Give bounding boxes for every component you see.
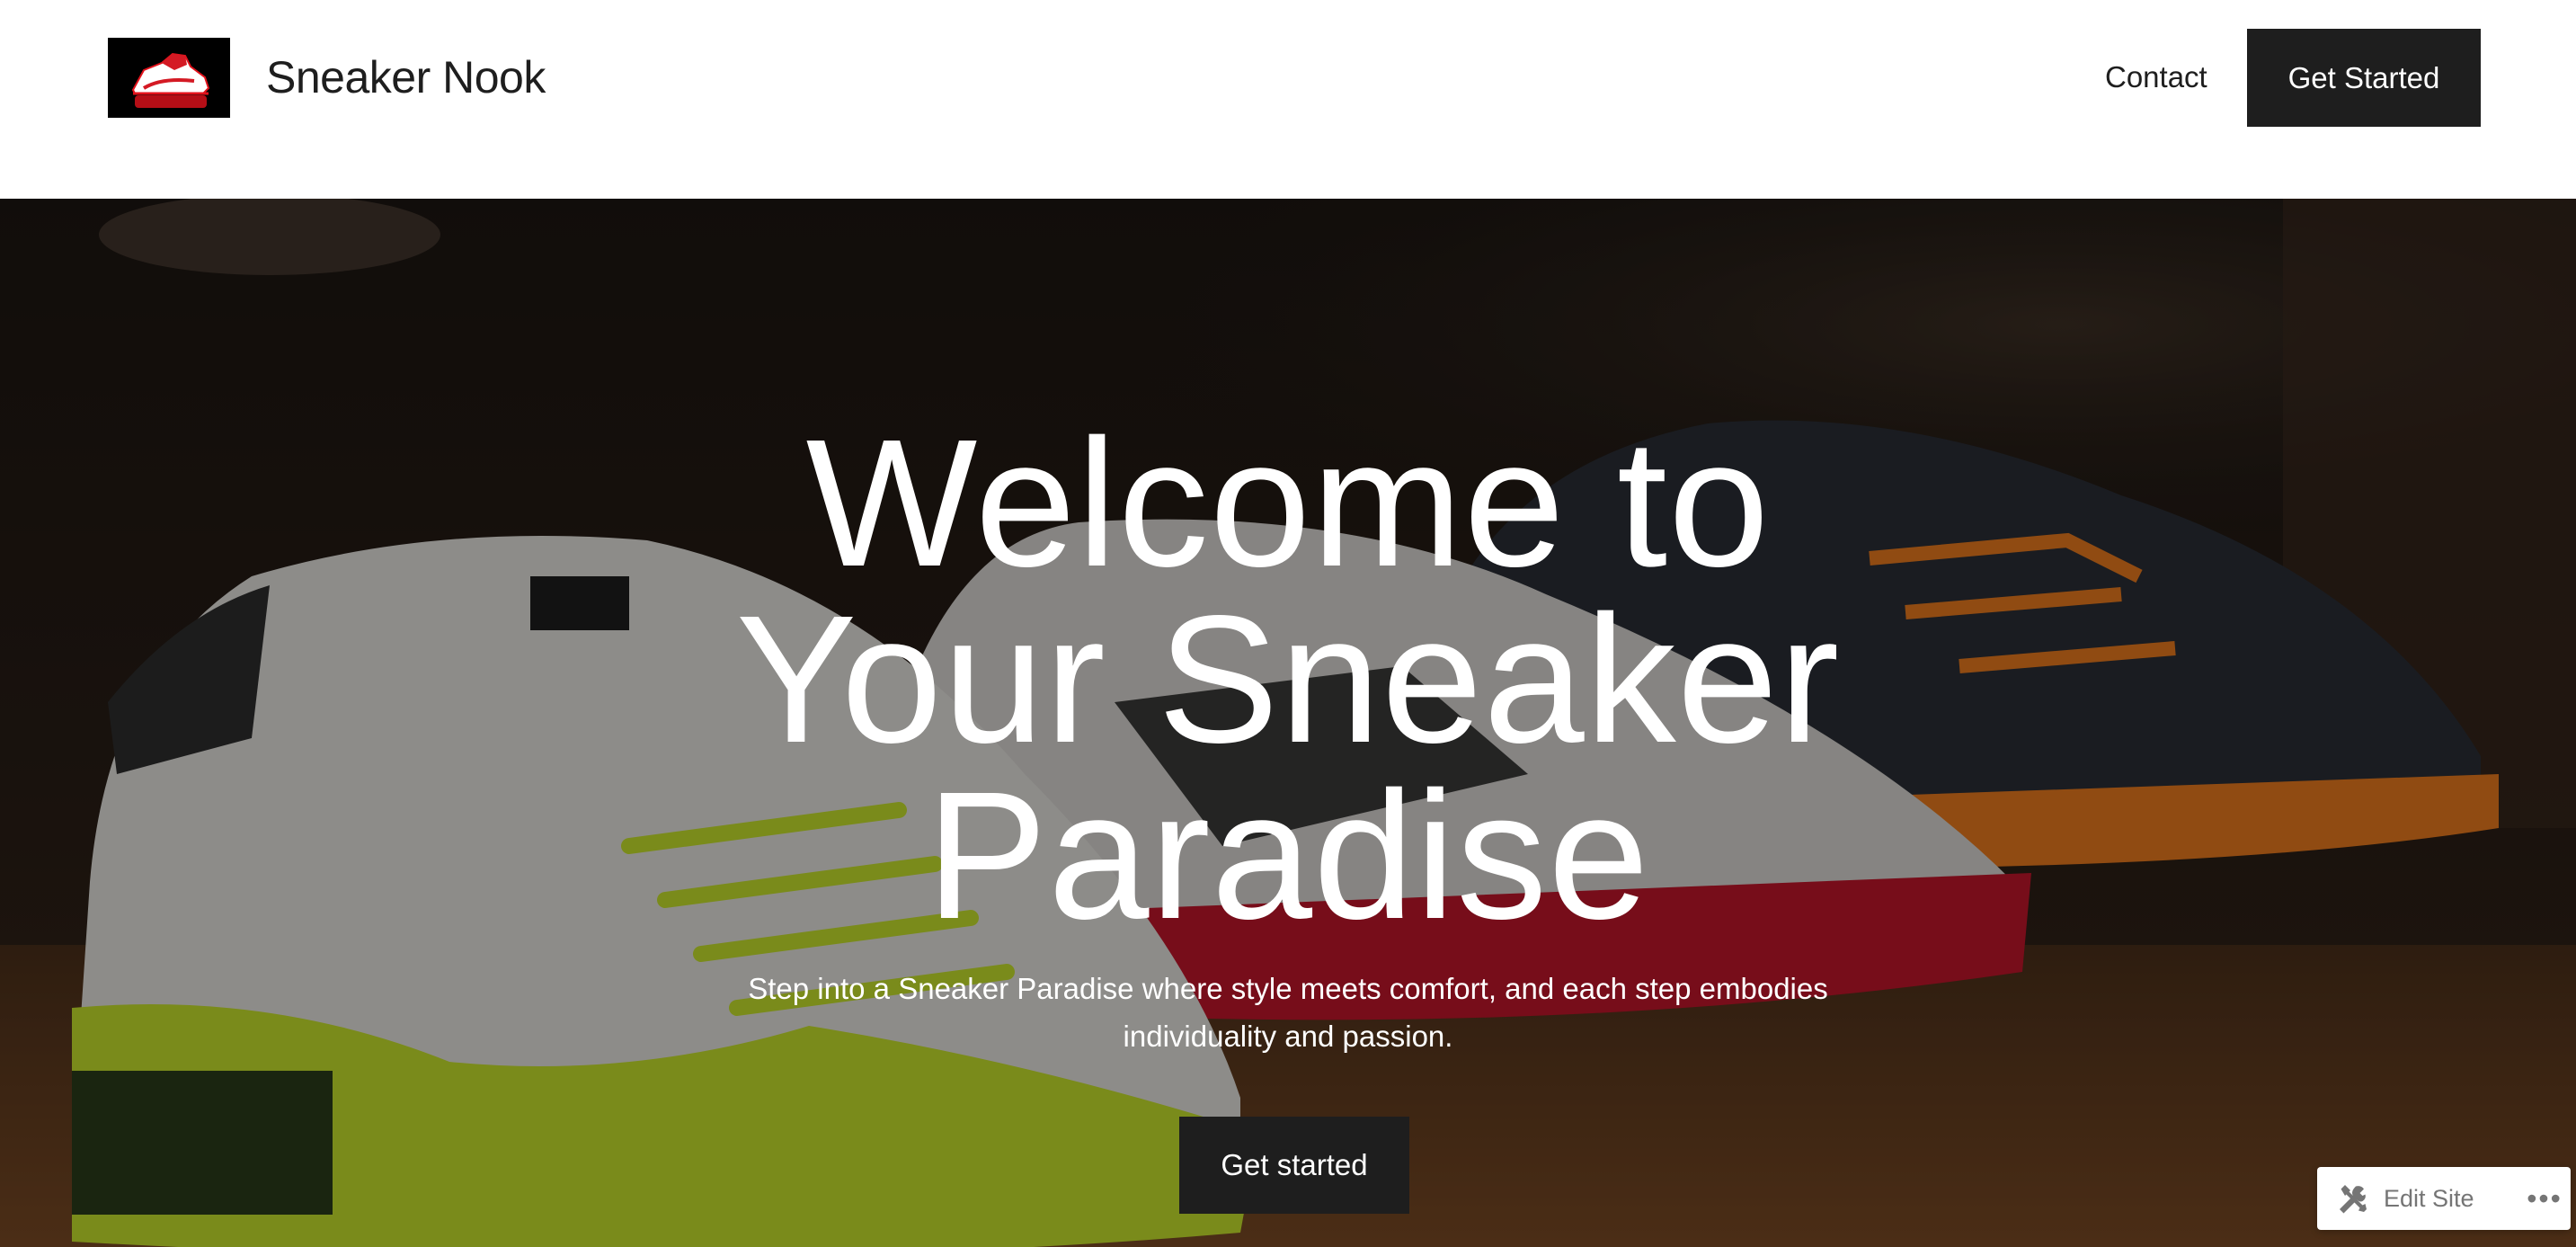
- hero-section: Welcome to Your Sneaker Paradise Step in…: [0, 199, 2576, 1247]
- site-title[interactable]: Sneaker Nook: [266, 49, 546, 105]
- get-started-nav-button[interactable]: Get Started: [2247, 29, 2481, 127]
- sneaker-logo-icon: [108, 38, 230, 118]
- hero-subtitle-line: Step into a Sneaker Paradise where style…: [748, 972, 1828, 1005]
- ellipsis-icon: •••: [2527, 1181, 2563, 1215]
- admin-edit-toolbar: Edit Site •••: [2317, 1167, 2571, 1230]
- hero-heading-line: Your Sneaker: [735, 577, 1841, 780]
- hero-heading-line: Paradise: [926, 753, 1650, 957]
- hero-subtitle-line: individuality and passion.: [1123, 1020, 1453, 1053]
- nav-contact-link[interactable]: Contact: [2105, 54, 2207, 101]
- edit-site-link[interactable]: Edit Site: [2317, 1167, 2474, 1230]
- hero-heading: Welcome to Your Sneaker Paradise: [569, 401, 2007, 957]
- get-started-hero-button[interactable]: Get started: [1179, 1117, 1409, 1214]
- tools-icon: [2337, 1182, 2369, 1215]
- hero-heading-line: Welcome to: [805, 401, 1771, 604]
- edit-site-label: Edit Site: [2384, 1184, 2474, 1212]
- more-options-button[interactable]: •••: [2524, 1179, 2565, 1218]
- hero-subtitle: Step into a Sneaker Paradise where style…: [704, 965, 1872, 1060]
- site-header: Sneaker Nook Contact Get Started: [0, 0, 2576, 199]
- site-logo[interactable]: [108, 38, 230, 118]
